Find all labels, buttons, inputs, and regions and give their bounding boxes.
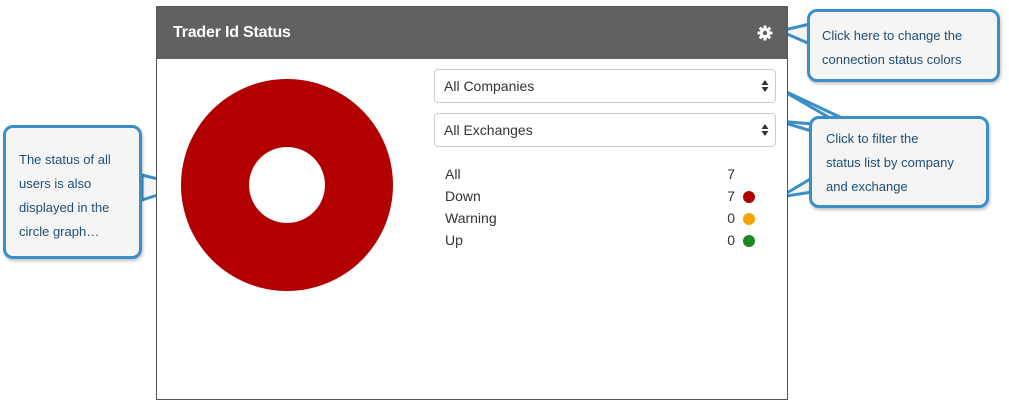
warning-status-dot-icon — [743, 213, 755, 225]
filter-callout-text: Click to filter the status list by compa… — [826, 127, 954, 199]
status-count: 7 — [727, 166, 735, 182]
callout-line: status list by company — [826, 155, 954, 170]
select-arrows-icon — [761, 80, 769, 92]
graph-callout-text: The status of all users is also displaye… — [19, 148, 111, 244]
company-filter-select[interactable]: All Companies — [434, 69, 776, 103]
callout-line: users is also — [19, 176, 92, 191]
status-label: Warning — [445, 210, 497, 226]
up-status-dot-icon — [743, 235, 755, 247]
status-count: 0 — [727, 232, 735, 248]
exchange-filter-value: All Exchanges — [444, 122, 533, 138]
status-row-all[interactable]: All 7 — [445, 164, 775, 186]
status-count: 0 — [727, 210, 735, 226]
status-label: Down — [445, 188, 481, 204]
status-list: All 7 Down 7 Warning 0 Up 0 — [445, 164, 775, 252]
panel-header: Trader Id Status — [157, 7, 787, 59]
graph-callout: The status of all users is also displaye… — [3, 125, 142, 259]
callout-line: The status of all — [19, 152, 111, 167]
down-status-dot-icon — [743, 191, 755, 203]
callout-line: and exchange — [826, 179, 908, 194]
panel-title: Trader Id Status — [173, 24, 291, 41]
select-arrows-icon — [761, 124, 769, 136]
status-row-up[interactable]: Up 0 — [445, 230, 775, 252]
status-donut-chart — [181, 79, 393, 291]
status-label: Up — [445, 232, 463, 248]
trader-id-status-panel: Trader Id Status All Companies All Excha… — [156, 6, 788, 400]
colors-callout-text: Click here to change the connection stat… — [822, 24, 962, 72]
status-row-down[interactable]: Down 7 — [445, 186, 775, 208]
callout-line: Click here to change the — [822, 28, 963, 43]
company-filter-value: All Companies — [444, 78, 535, 94]
callout-line: displayed in the — [19, 200, 110, 215]
callout-line: Click to filter the — [826, 131, 919, 146]
gear-icon[interactable] — [757, 25, 773, 41]
donut-segment-down — [181, 79, 393, 291]
status-row-warning[interactable]: Warning 0 — [445, 208, 775, 230]
filter-callout: Click to filter the status list by compa… — [809, 116, 989, 208]
status-count: 7 — [727, 188, 735, 204]
callout-line: circle graph… — [19, 224, 100, 239]
callout-line: connection status colors — [822, 52, 962, 67]
status-label: All — [445, 166, 461, 182]
colors-callout: Click here to change the connection stat… — [807, 9, 1000, 82]
exchange-filter-select[interactable]: All Exchanges — [434, 113, 776, 147]
